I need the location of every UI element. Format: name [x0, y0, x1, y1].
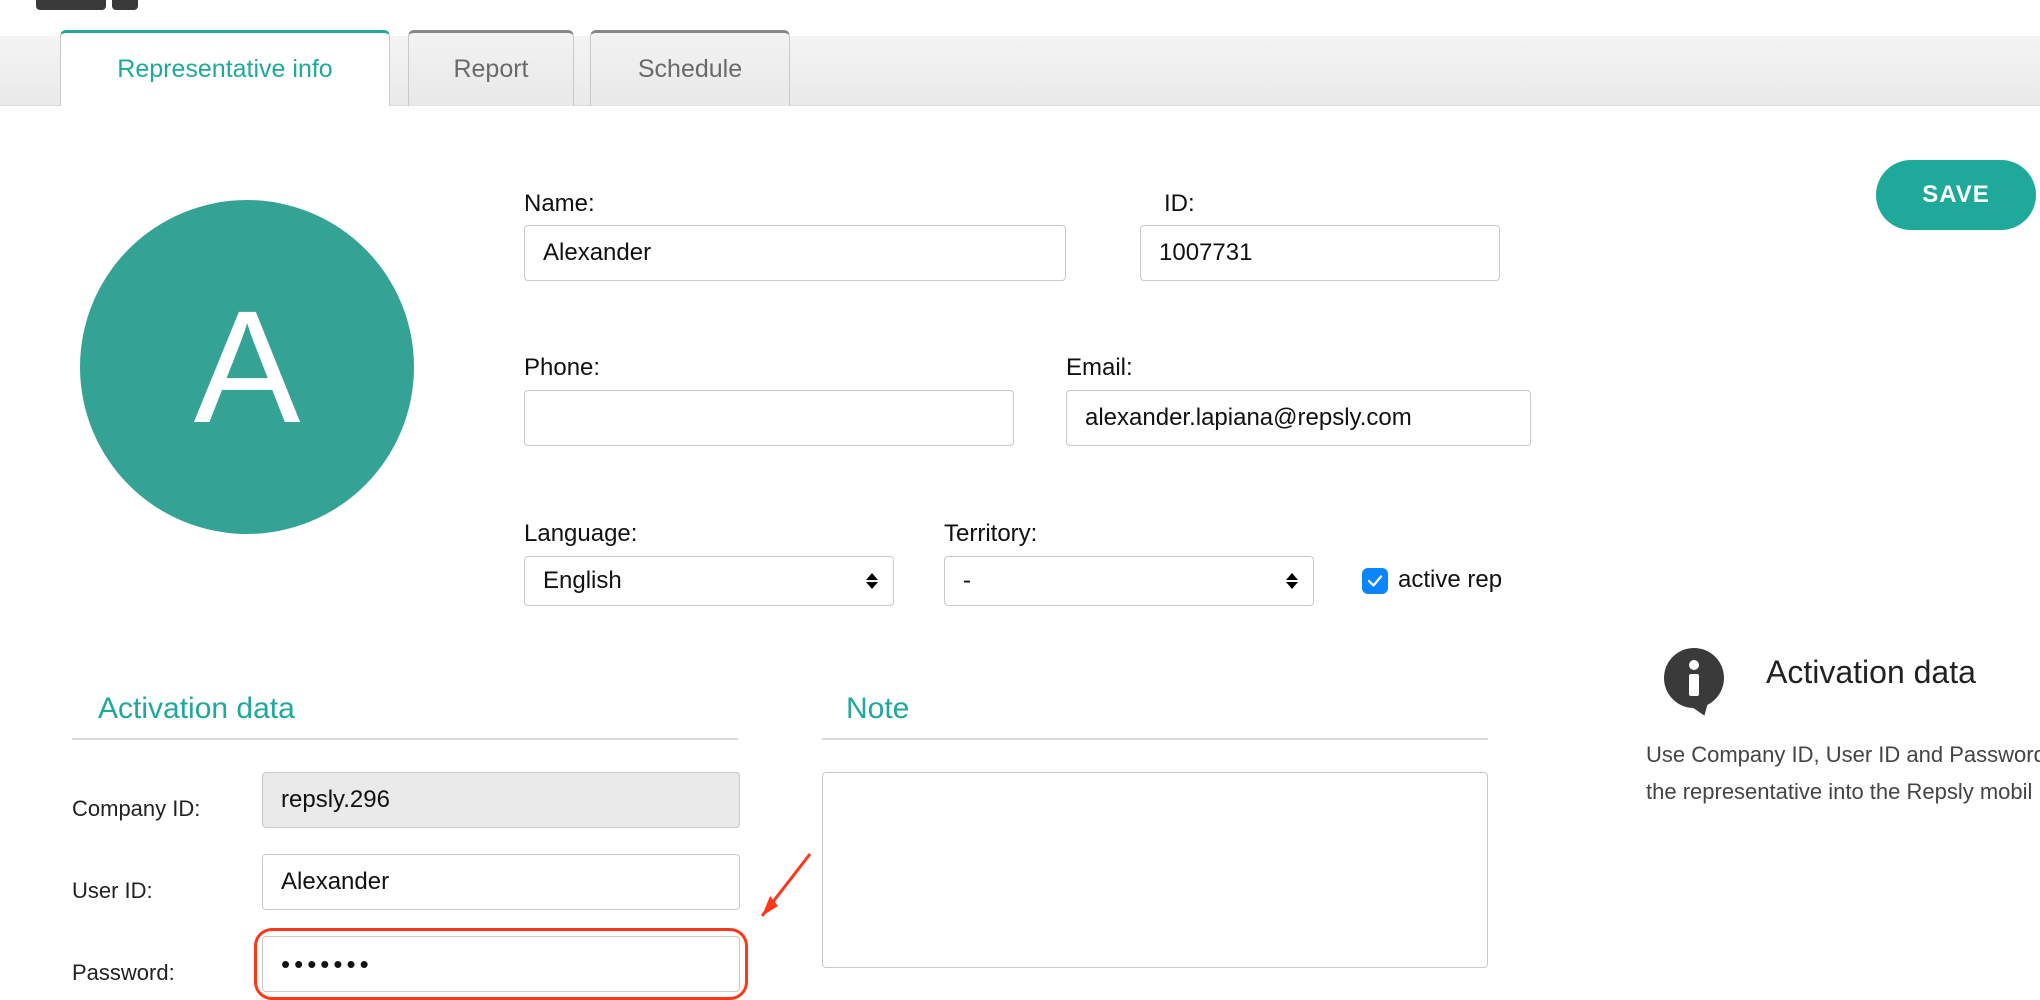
- user-id-input[interactable]: [262, 854, 740, 910]
- note-underline: [822, 738, 1488, 740]
- territory-label: Territory:: [944, 520, 1037, 548]
- tab-label: Report: [453, 55, 528, 84]
- header-icon-stub: [36, 0, 106, 10]
- password-input[interactable]: [262, 936, 740, 992]
- check-icon: [1366, 572, 1384, 590]
- id-label: ID:: [1164, 190, 1195, 218]
- company-id-label: Company ID:: [72, 796, 200, 822]
- save-button-label: SAVE: [1922, 181, 1990, 208]
- tab-representative-info[interactable]: Representative info: [60, 30, 390, 106]
- select-arrows-icon: [865, 573, 879, 589]
- phone-input[interactable]: [524, 390, 1014, 446]
- name-label: Name:: [524, 190, 595, 218]
- active-rep-checkbox[interactable]: [1362, 568, 1388, 594]
- activation-underline: [72, 738, 738, 740]
- language-label: Language:: [524, 520, 637, 548]
- password-label: Password:: [72, 960, 175, 986]
- phone-label: Phone:: [524, 354, 600, 382]
- tab-schedule[interactable]: Schedule: [590, 30, 790, 106]
- active-rep-label: active rep: [1398, 566, 1502, 594]
- tab-label: Schedule: [638, 55, 742, 84]
- note-heading: Note: [846, 692, 909, 726]
- activation-heading: Activation data: [98, 692, 295, 726]
- language-select[interactable]: English: [524, 556, 894, 606]
- company-id-input: [262, 772, 740, 828]
- language-value: English: [543, 567, 622, 595]
- id-input[interactable]: [1140, 225, 1500, 281]
- email-label: Email:: [1066, 354, 1133, 382]
- info-panel-title: Activation data: [1766, 654, 1976, 691]
- territory-value: -: [963, 567, 971, 595]
- note-textarea[interactable]: [822, 772, 1488, 968]
- select-arrows-icon: [1285, 573, 1299, 589]
- save-button[interactable]: SAVE: [1876, 160, 2036, 230]
- avatar[interactable]: A: [80, 200, 414, 534]
- header-icon-stub2: [112, 0, 138, 10]
- email-input[interactable]: [1066, 390, 1531, 446]
- user-id-label: User ID:: [72, 878, 153, 904]
- tab-report[interactable]: Report: [408, 30, 574, 106]
- avatar-initial: A: [194, 275, 301, 459]
- info-panel-text: Use Company ID, User ID and Password the…: [1646, 736, 2040, 811]
- tab-label: Representative info: [117, 55, 332, 84]
- name-input[interactable]: [524, 225, 1066, 281]
- info-icon: [1664, 648, 1724, 708]
- arrow-annotation: [748, 846, 820, 932]
- territory-select[interactable]: -: [944, 556, 1314, 606]
- tab-bar: Representative info Report Schedule: [0, 36, 2040, 106]
